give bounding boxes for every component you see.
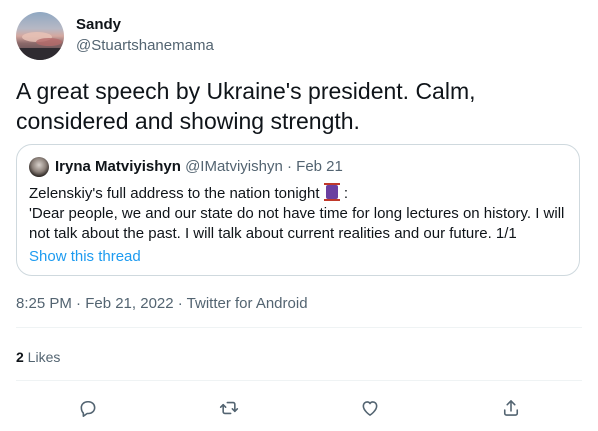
quoted-author-avatar <box>29 157 49 177</box>
quoted-date[interactable]: Feb 21 <box>296 158 343 175</box>
tweet-detail: Sandy @Stuartshanemama A great speech by… <box>0 0 598 431</box>
quoted-author-handle: @IMatviyishyn <box>185 158 283 175</box>
tweet-actions <box>0 394 598 422</box>
divider <box>16 380 582 381</box>
speech-bubble-icon <box>80 400 96 417</box>
likes-stat[interactable]: 2 Likes <box>16 348 60 366</box>
quoted-separator: · <box>282 158 297 175</box>
quoted-tweet-text: Zelenskiy's full address to the nation t… <box>29 183 569 244</box>
quoted-author-name: Iryna Matviyishyn <box>55 158 181 175</box>
tweet-text: A great speech by Ukraine's president. C… <box>16 78 476 134</box>
retweet-button[interactable] <box>215 394 243 422</box>
author-name[interactable]: Sandy <box>76 16 121 34</box>
quoted-line1-text: Zelenskiy's full address to the nation t… <box>29 185 324 202</box>
quoted-tweet-header: Iryna Matviyishyn @IMatviyishyn · Feb 21 <box>55 158 343 176</box>
show-thread-link[interactable]: Show this thread <box>29 247 141 267</box>
divider <box>16 327 582 328</box>
scroll-emoji-icon <box>323 183 340 201</box>
author-avatar[interactable] <box>16 12 64 60</box>
heart-icon <box>362 401 378 416</box>
quoted-body-text: 'Dear people, we and our state do not ha… <box>29 205 565 242</box>
quoted-tweet[interactable]: Iryna Matviyishyn @IMatviyishyn · Feb 21… <box>16 144 580 276</box>
author-handle[interactable]: @Stuartshanemama <box>76 37 214 55</box>
reply-button[interactable] <box>74 394 102 422</box>
quoted-line1-suffix: : <box>339 185 349 202</box>
retweet-arrows-icon <box>219 401 239 415</box>
share-upload-icon <box>503 400 519 416</box>
share-button[interactable] <box>497 394 525 422</box>
tweet-timestamp[interactable]: 8:25 PM · Feb 21, 2022 · Twitter for And… <box>16 295 308 313</box>
likes-label: Likes <box>23 349 61 365</box>
like-button[interactable] <box>356 394 384 422</box>
likes-count: 2 <box>16 349 24 365</box>
